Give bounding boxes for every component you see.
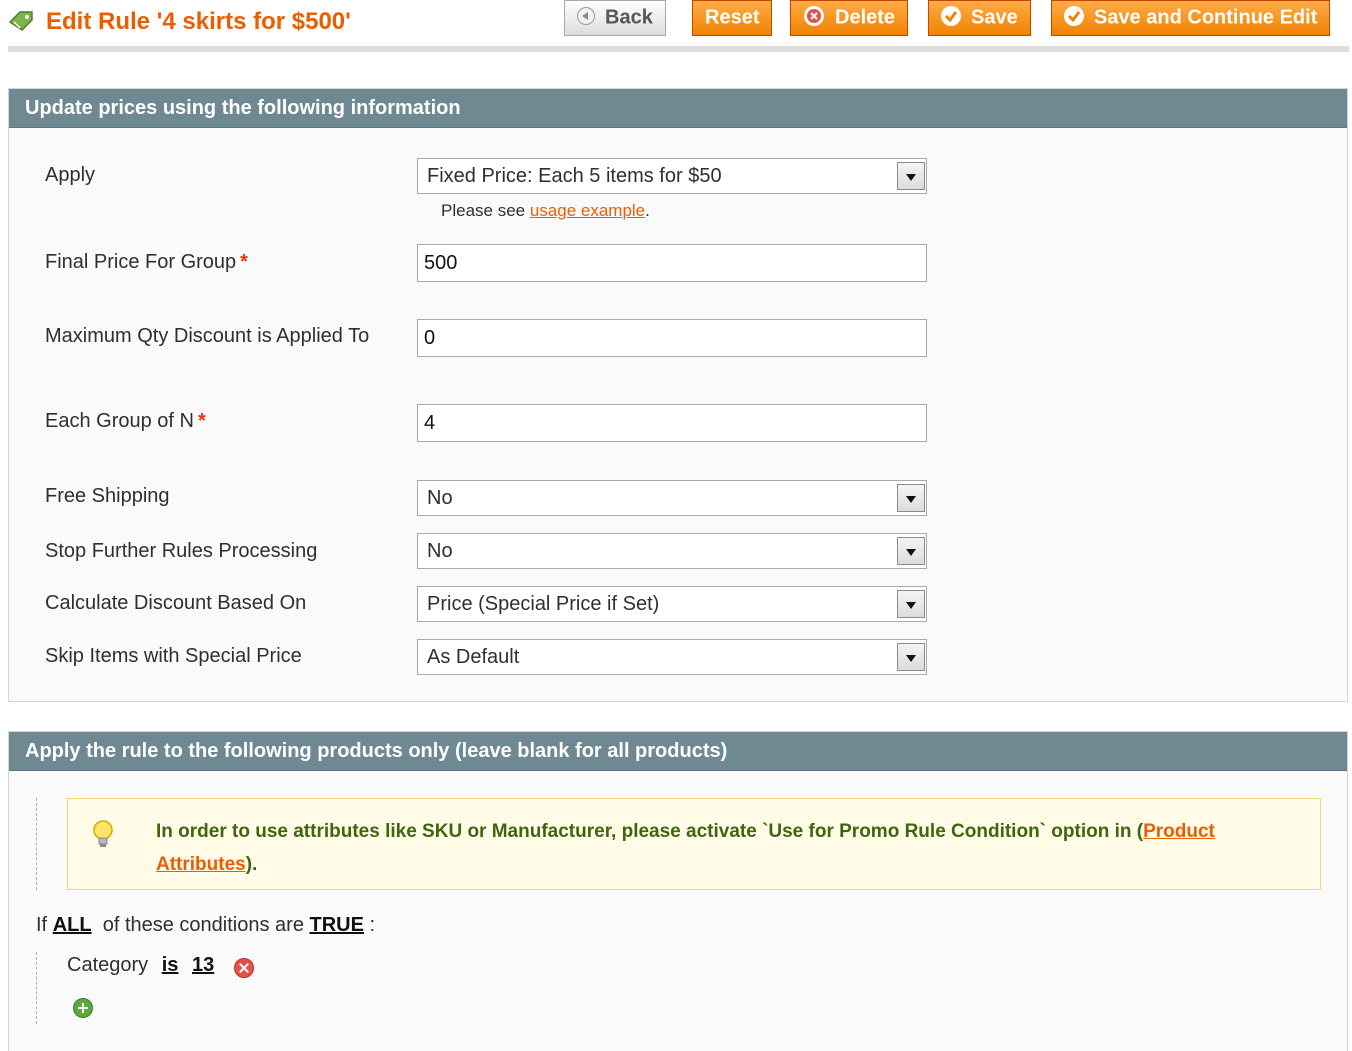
free-shipping-label: Free Shipping — [45, 485, 170, 507]
final-price-label-text: Final Price For Group — [45, 251, 237, 273]
stop-rules-label: Stop Further Rules Processing — [45, 540, 318, 562]
save-button-label: Save — [971, 6, 1018, 29]
usage-note-suffix: . — [645, 201, 650, 220]
condition-prefix: If — [36, 914, 48, 936]
condition-attribute: Category — [67, 954, 149, 976]
dropdown-arrow-icon — [897, 484, 925, 512]
delete-icon — [804, 5, 824, 26]
condition-value[interactable]: 13 — [192, 954, 214, 976]
prices-section: Update prices using the following inform… — [8, 88, 1348, 702]
stop-rules-value: No — [427, 540, 453, 562]
conditions-section: Apply the rule to the following products… — [8, 731, 1348, 1051]
max-qty-input[interactable] — [417, 319, 927, 357]
conditions-section-title: Apply the rule to the following products… — [9, 732, 1347, 771]
stop-rules-select[interactable]: No — [417, 533, 927, 569]
tree-guide-line — [36, 952, 37, 1024]
calc-based-label: Calculate Discount Based On — [45, 592, 307, 614]
delete-button[interactable]: Delete — [790, 0, 909, 36]
dropdown-arrow-icon — [897, 162, 925, 190]
reset-button[interactable]: Reset — [692, 0, 773, 36]
usage-example-link[interactable]: usage example — [530, 201, 645, 220]
save-and-continue-button-label: Save and Continue Edit — [1094, 6, 1318, 29]
prices-section-title: Update prices using the following inform… — [9, 89, 1347, 128]
info-box: In order to use attributes like SKU or M… — [67, 798, 1321, 890]
dropdown-arrow-icon — [897, 643, 925, 671]
usage-note-text: Please see — [441, 201, 530, 220]
header-divider — [8, 46, 1349, 52]
required-asterisk: * — [240, 251, 248, 273]
delete-button-label: Delete — [835, 6, 896, 29]
free-shipping-select[interactable]: No — [417, 480, 927, 516]
dropdown-arrow-icon — [897, 537, 925, 565]
required-asterisk: * — [197, 410, 206, 432]
back-arrow-icon — [577, 6, 595, 25]
each-group-label-text: Each Group of N — [45, 410, 194, 432]
skip-special-select[interactable]: As Default — [417, 639, 927, 675]
back-button-label: Back — [605, 6, 653, 29]
page-title: Edit Rule '4 skirts for $500' — [46, 8, 351, 35]
remove-condition-icon[interactable] — [234, 958, 254, 978]
condition-middle-text: of these conditions are — [102, 914, 304, 936]
reset-button-label: Reset — [705, 6, 760, 29]
apply-label: Apply — [45, 164, 96, 186]
calc-based-value: Price (Special Price if Set) — [427, 593, 660, 615]
checkmark-icon — [941, 5, 961, 26]
save-button[interactable]: Save — [928, 0, 1031, 36]
save-and-continue-button[interactable]: Save and Continue Edit — [1051, 0, 1331, 36]
back-button[interactable]: Back — [564, 0, 666, 36]
add-condition-icon[interactable] — [73, 998, 93, 1018]
final-price-label: Final Price For Group * — [45, 246, 248, 278]
max-qty-label: Maximum Qty Discount is Applied To — [45, 325, 370, 347]
condition-aggregator-line: If ALL of these conditions are TRUE : — [36, 914, 375, 937]
condition-suffix: : — [369, 914, 376, 936]
value-toggle[interactable]: TRUE — [310, 914, 364, 936]
apply-select-value: Fixed Price: Each 5 items for $50 — [427, 165, 722, 187]
aggregator-toggle[interactable]: ALL — [53, 914, 92, 936]
checkmark-icon — [1064, 5, 1084, 26]
lightbulb-icon — [93, 820, 113, 847]
usage-note: Please see usage example. — [441, 201, 650, 221]
info-message: In order to use attributes like SKU or M… — [156, 815, 1296, 881]
apply-select[interactable]: Fixed Price: Each 5 items for $50 — [417, 158, 927, 194]
info-message-text: In order to use attributes like SKU or M… — [156, 821, 1144, 842]
skip-special-label: Skip Items with Special Price — [45, 645, 302, 667]
calc-based-select[interactable]: Price (Special Price if Set) — [417, 586, 927, 622]
final-price-input[interactable] — [417, 244, 927, 282]
condition-operator[interactable]: is — [162, 954, 179, 976]
dropdown-arrow-icon — [897, 590, 925, 618]
free-shipping-value: No — [427, 487, 453, 509]
tag-icon — [8, 11, 33, 31]
each-group-input[interactable] — [417, 404, 927, 442]
skip-special-value: As Default — [427, 646, 520, 668]
each-group-label: Each Group of N * — [45, 405, 206, 437]
info-message-end: ). — [245, 854, 258, 875]
tree-guide-line — [36, 798, 37, 890]
condition-item: Category is 13 — [67, 954, 214, 977]
page-header: Edit Rule '4 skirts for $500' Back Reset… — [0, 0, 1352, 52]
